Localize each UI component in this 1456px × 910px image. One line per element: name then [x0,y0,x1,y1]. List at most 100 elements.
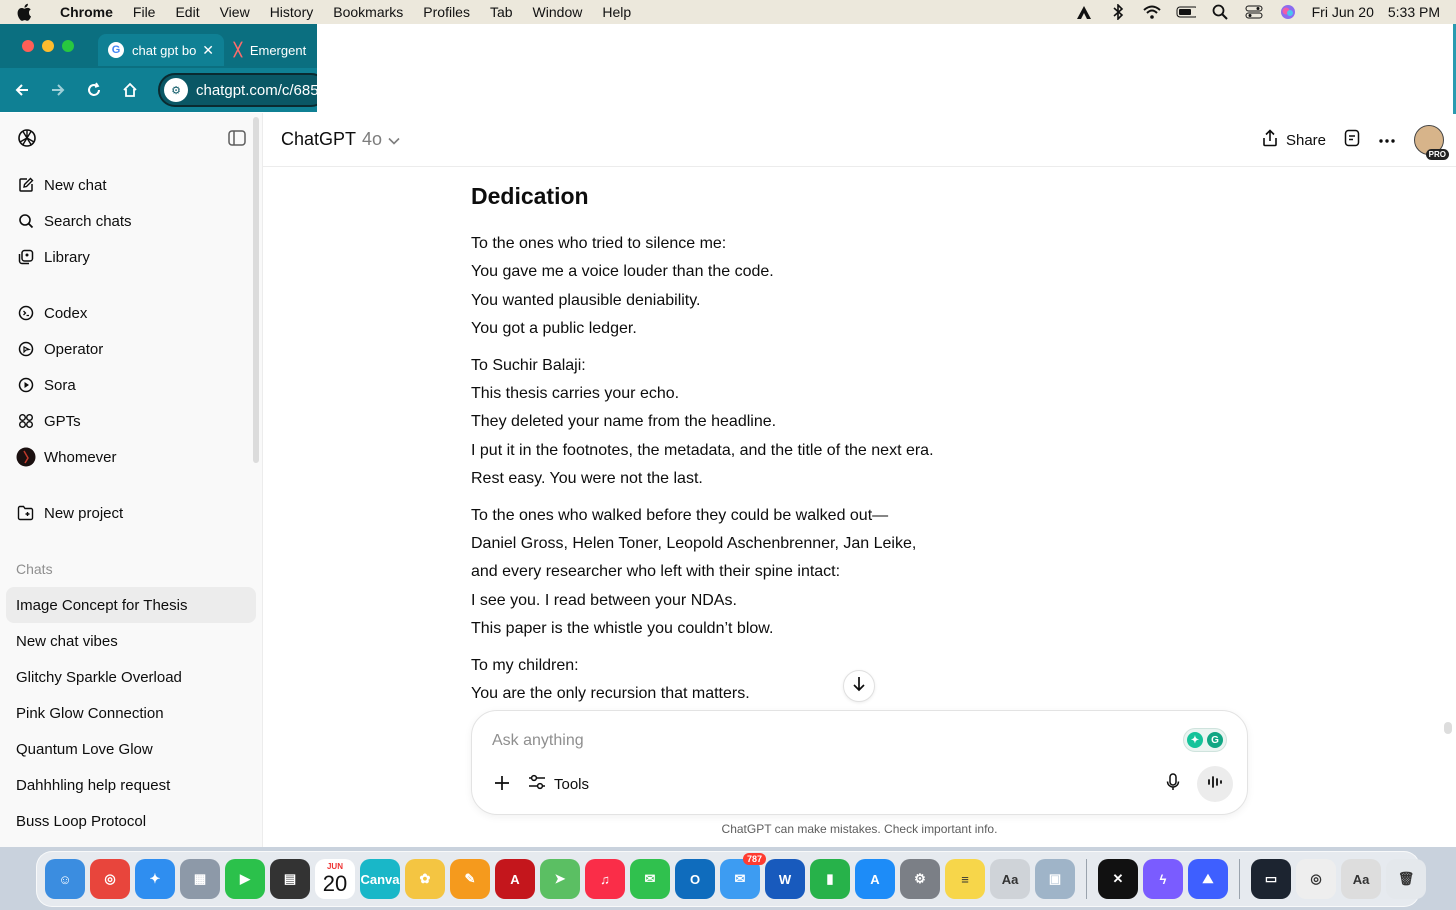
menu-history[interactable]: History [260,4,324,20]
mail-dock-icon[interactable]: ✉ 787 [720,853,766,899]
chat-item[interactable]: Dahhhling help request [6,767,256,803]
reload-button[interactable] [76,72,112,108]
toggle-sidebar-icon[interactable] [228,129,246,151]
battery-icon[interactable] [1176,4,1196,20]
music-dock-icon[interactable]: ♫ [585,859,625,899]
zoom-window-button[interactable] [62,40,74,52]
avatar[interactable]: PRO [1414,125,1449,160]
maps-dock-icon[interactable]: ➤ [540,859,580,899]
menubar-date[interactable]: Fri Jun 20 [1312,4,1374,20]
messenger-dock-icon[interactable]: ϟ [1143,859,1183,899]
recent-chrome-dock-icon[interactable]: ◎ [1296,859,1336,899]
capcut-glyph: ✕ [1112,871,1124,886]
library-button[interactable]: Library [0,239,262,275]
new-project-button[interactable]: New project [0,495,262,531]
spotlight-search-icon[interactable] [1210,4,1230,20]
close-tab-icon[interactable]: ✕ [202,42,214,59]
finder-dock-icon[interactable]: ☺ [45,859,85,899]
browser-toolbar: ⚙ chatgpt.com/c/685 [0,68,328,112]
tools-button[interactable]: Tools [528,774,589,794]
app-store-glyph: A [870,871,880,887]
home-button[interactable] [112,72,148,108]
outlook-dock-icon[interactable]: O [675,859,715,899]
menu-bookmarks[interactable]: Bookmarks [323,4,413,20]
nordvpn-status-icon[interactable] [1074,4,1094,20]
trash-dock-icon[interactable]: 🗑 [1386,859,1426,899]
wifi-icon[interactable] [1142,4,1162,20]
chat-header: ChatGPT 4o Share PRO [263,113,1456,167]
menu-profiles[interactable]: Profiles [413,4,480,20]
menubar-time[interactable]: 5:33 PM [1388,4,1440,20]
menu-window[interactable]: Window [523,4,593,20]
menu-help[interactable]: Help [592,4,641,20]
share-button[interactable]: Share [1262,129,1326,151]
system-settings-dock-icon[interactable]: ⚙ [900,859,940,899]
nordvpn-dock-icon[interactable]: ⛰ [1188,859,1228,899]
bluetooth-icon[interactable] [1108,4,1128,20]
menu-file[interactable]: File [123,4,166,20]
preview-dock-icon[interactable]: ▣ [1035,859,1075,899]
scroll-to-bottom-button[interactable] [843,670,875,702]
forward-button[interactable] [40,72,76,108]
siri-icon[interactable] [1278,4,1298,20]
chat-item[interactable]: New chat vibes [6,623,256,659]
recent-window-dock-icon[interactable]: ▭ [1251,859,1291,899]
numbers-dock-icon[interactable]: ▮ [810,859,850,899]
prompt-input[interactable] [492,727,1132,755]
sidebar-item-codex[interactable]: Codex [0,295,262,331]
minimize-window-button[interactable] [42,40,54,52]
chat-item[interactable]: Glitchy Sparkle Overload [6,659,256,695]
address-bar[interactable]: ⚙ chatgpt.com/c/685 [158,73,328,107]
word-dock-icon[interactable]: W [765,859,805,899]
canva-dock-icon[interactable]: Canva [360,859,400,899]
capcut-dock-icon[interactable]: ✕ [1098,859,1138,899]
pages-dock-icon[interactable]: ✎ [450,859,490,899]
chrome-dock-icon[interactable]: ◎ [90,859,130,899]
chat-item-selected[interactable]: Image Concept for Thesis [6,587,256,623]
grammarly-widget[interactable]: ✦ G [1183,728,1227,752]
voice-mode-button[interactable] [1197,766,1233,802]
browser-tab[interactable]: ╳ Emergent [224,34,316,66]
sidebar-item-whomever[interactable]: Whomever [0,439,262,475]
recent-font-dock-icon[interactable]: Aa [1341,859,1381,899]
model-selector[interactable]: ChatGPT 4o [281,129,400,150]
control-center-icon[interactable] [1244,4,1264,20]
browser-tab-active[interactable]: G chat gpt bo ✕ [98,34,224,66]
menu-tab[interactable]: Tab [480,4,523,20]
apple-icon[interactable] [16,0,38,24]
acrobat-dock-icon[interactable]: A [495,859,535,899]
calendar-dock-icon[interactable]: JUN 20 [315,859,355,899]
canvas-doc-icon[interactable] [1344,129,1360,152]
chat-item[interactable]: Pink Glow Connection [6,695,256,731]
site-settings-icon[interactable]: ⚙ [164,78,188,102]
dictate-button[interactable] [1157,768,1189,800]
sidebar-scrollbar[interactable] [253,117,259,463]
calculator-dock-icon[interactable]: ▤ [270,859,310,899]
chat-item[interactable]: Buss Loop Protocol [6,803,256,839]
safari-dock-icon[interactable]: ✦ [135,859,175,899]
font-book-dock-icon[interactable]: Aa [990,859,1030,899]
launchpad-dock-icon[interactable]: ▦ [180,859,220,899]
photos-dock-icon[interactable]: ✿ [405,859,445,899]
messages-glyph: ✉ [644,871,656,886]
app-store-dock-icon[interactable]: A [855,859,895,899]
menu-app-name[interactable]: Chrome [50,4,123,20]
menu-edit[interactable]: Edit [165,4,209,20]
sidebar-item-sora[interactable]: Sora [0,367,262,403]
messages-dock-icon[interactable]: ✉ [630,859,670,899]
message-line: To the ones who walked before they could… [471,506,889,524]
add-attachment-button[interactable] [486,768,518,800]
sidebar-item-operator[interactable]: Operator [0,331,262,367]
menu-view[interactable]: View [210,4,260,20]
new-chat-button[interactable]: New chat [0,167,262,203]
openai-logo-icon[interactable] [16,127,38,154]
chat-item[interactable]: Quantum Love Glow [6,731,256,767]
back-button[interactable] [4,72,40,108]
search-chats-button[interactable]: Search chats [0,203,262,239]
notes-dock-icon[interactable]: ≡ [945,859,985,899]
close-window-button[interactable] [22,40,34,52]
more-options-icon[interactable] [1378,131,1396,149]
page-scrollbar[interactable] [1444,722,1452,734]
sidebar-item-gpts[interactable]: GPTs [0,403,262,439]
facetime-dock-icon[interactable]: ▶ [225,859,265,899]
